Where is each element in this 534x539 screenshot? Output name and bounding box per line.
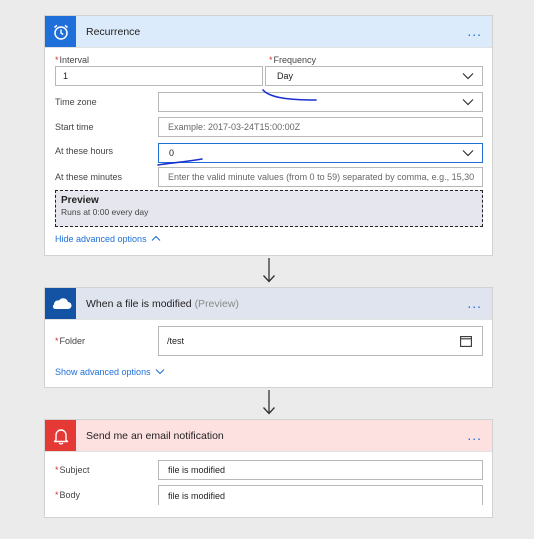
alarm-clock-icon [45, 16, 76, 47]
required-marker: * [269, 55, 273, 65]
subject-label: *Subject [55, 465, 90, 475]
at-minutes-label: At these minutes [55, 172, 123, 182]
body-label-text: Body [59, 490, 81, 500]
recurrence-card: Recurrence ... *Interval 1 *Frequency Da… [44, 15, 493, 256]
start-time-label: Start time [55, 122, 94, 132]
onedrive-title-text: When a file is modified [86, 297, 192, 310]
folder-input[interactable]: /test [158, 326, 483, 356]
required-marker: * [55, 490, 59, 500]
email-card: Send me an email notification ... *Subje… [44, 419, 493, 518]
body-value: file is modified [168, 490, 226, 501]
subject-label-text: Subject [59, 465, 90, 475]
onedrive-more-button[interactable]: ... [467, 296, 482, 310]
recurrence-more-button[interactable]: ... [467, 24, 482, 38]
frequency-select[interactable]: Day [265, 66, 483, 86]
arrow-down-icon [263, 390, 275, 415]
body-label: *Body [55, 490, 80, 500]
at-hours-value: 0 [169, 148, 175, 158]
at-hours-select[interactable]: 0 [158, 143, 483, 163]
hide-advanced-label: Hide advanced options [55, 234, 147, 244]
onedrive-card: When a file is modified (Preview) ... *F… [44, 287, 493, 388]
onedrive-title: When a file is modified (Preview) [86, 298, 239, 310]
show-advanced-options-link[interactable]: Show advanced options [55, 367, 165, 377]
interval-label: *Interval [55, 55, 89, 65]
subject-input[interactable]: file is modified [158, 460, 483, 480]
interval-input[interactable]: 1 [55, 66, 263, 86]
onedrive-header[interactable]: When a file is modified (Preview) ... [45, 288, 492, 320]
required-marker: * [55, 55, 59, 65]
chevron-down-icon [462, 150, 474, 157]
frequency-label-text: Frequency [273, 55, 317, 65]
cloud-icon [45, 288, 76, 319]
preview-text: Runs at 0:00 every day [61, 207, 149, 217]
folder-value: /test [167, 336, 185, 346]
at-minutes-input[interactable]: Enter the valid minute values (from 0 to… [158, 167, 483, 187]
hide-advanced-options-link[interactable]: Hide advanced options [55, 234, 161, 244]
subject-value: file is modified [168, 465, 226, 475]
arrow-down-icon [263, 258, 275, 283]
preview-title: Preview [61, 195, 99, 206]
timezone-select[interactable] [158, 92, 483, 112]
show-advanced-label: Show advanced options [55, 367, 151, 377]
email-more-button[interactable]: ... [467, 428, 482, 442]
start-time-input[interactable]: Example: 2017-03-24T15:00:00Z [158, 117, 483, 137]
required-marker: * [55, 336, 59, 346]
onedrive-title-suffix: (Preview) [194, 297, 239, 310]
start-time-placeholder: Example: 2017-03-24T15:00:00Z [168, 122, 301, 132]
timezone-label: Time zone [55, 97, 97, 107]
email-header[interactable]: Send me an email notification ... [45, 420, 492, 452]
interval-value: 1 [63, 71, 69, 81]
recurrence-title: Recurrence [86, 25, 141, 38]
bell-icon [45, 420, 76, 451]
folder-label: *Folder [55, 336, 85, 346]
chevron-down-icon [155, 369, 165, 375]
at-hours-label: At these hours [55, 146, 114, 156]
frequency-value: Day [277, 71, 294, 81]
chevron-down-icon [462, 99, 474, 106]
chevron-down-icon [462, 73, 474, 80]
preview-box: Preview Runs at 0:00 every day [55, 190, 483, 227]
recurrence-header[interactable]: Recurrence ... [45, 16, 492, 48]
email-title: Send me an email notification [86, 429, 224, 442]
frequency-label: *Frequency [269, 55, 316, 65]
required-marker: * [55, 465, 59, 475]
folder-label-text: Folder [59, 336, 86, 346]
interval-label-text: Interval [59, 55, 90, 65]
at-minutes-placeholder: Enter the valid minute values (from 0 to… [168, 172, 475, 182]
body-input[interactable]: file is modified [158, 485, 483, 505]
chevron-up-icon [151, 235, 161, 241]
folder-picker-icon[interactable] [460, 336, 472, 347]
